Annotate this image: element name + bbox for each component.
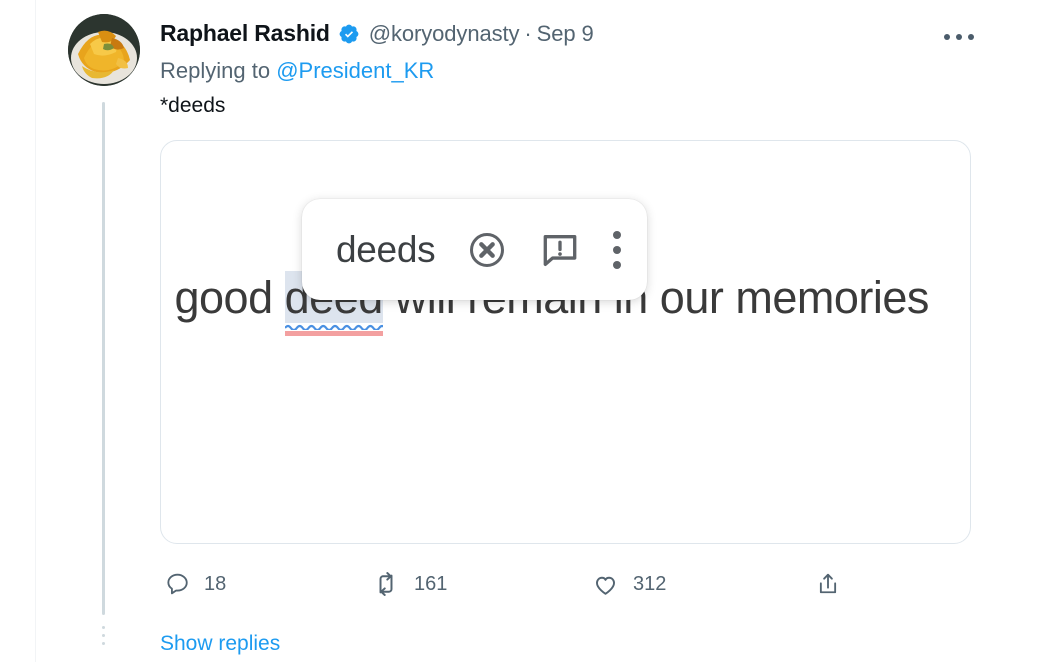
share-button[interactable] xyxy=(815,566,855,602)
retweet-button[interactable]: 161 xyxy=(372,566,447,602)
handle-and-date: @koryodynasty · Sep 9 xyxy=(369,21,594,47)
reply-button[interactable]: 18 xyxy=(164,566,226,602)
more-horizontal-icon[interactable] xyxy=(938,28,980,46)
replying-to-label: Replying to xyxy=(160,58,271,83)
verified-badge-icon xyxy=(338,23,360,45)
grammar-underline xyxy=(284,331,383,336)
circle-x-icon[interactable] xyxy=(467,230,507,270)
replying-to-line: Replying to @President_KR xyxy=(160,58,434,84)
sentence-prefix: l good xyxy=(160,272,285,323)
handle-date-separator: · xyxy=(524,20,532,46)
thread-connector-line xyxy=(102,102,105,615)
speech-bubble-exclamation-icon[interactable] xyxy=(539,229,581,271)
display-name[interactable]: Raphael Rashid xyxy=(160,20,330,47)
like-button[interactable]: 312 xyxy=(592,566,666,602)
spellcheck-suggestion[interactable]: deeds xyxy=(336,229,436,271)
spellcheck-squiggle-icon xyxy=(284,324,383,330)
tweet-detail-view: Raphael Rashid @koryodynasty · Sep 9 Reply… xyxy=(0,0,1043,662)
kebab-menu-icon[interactable] xyxy=(613,230,622,269)
spellcheck-popup[interactable]: deeds xyxy=(302,199,648,300)
retweet-count: 161 xyxy=(414,572,448,595)
tweet-actions-bar: 18 161 312 xyxy=(160,566,860,606)
handle[interactable]: @koryodynasty xyxy=(369,21,520,46)
tweet-date[interactable]: Sep 9 xyxy=(537,21,594,46)
tweet-text: *deeds xyxy=(160,94,226,117)
page-gutter-divider xyxy=(35,0,36,662)
media-card-screenshot[interactable]: l good deed will remain in our memories … xyxy=(160,140,971,544)
thread-connector-dots xyxy=(102,626,105,662)
replying-to-mention[interactable]: @President_KR xyxy=(276,58,434,83)
show-replies-link[interactable]: Show replies xyxy=(160,632,280,656)
reply-count: 18 xyxy=(204,572,227,595)
like-count: 312 xyxy=(633,572,667,595)
tweet-header: Raphael Rashid @koryodynasty · Sep 9 xyxy=(160,20,594,47)
avatar[interactable] xyxy=(68,14,140,86)
